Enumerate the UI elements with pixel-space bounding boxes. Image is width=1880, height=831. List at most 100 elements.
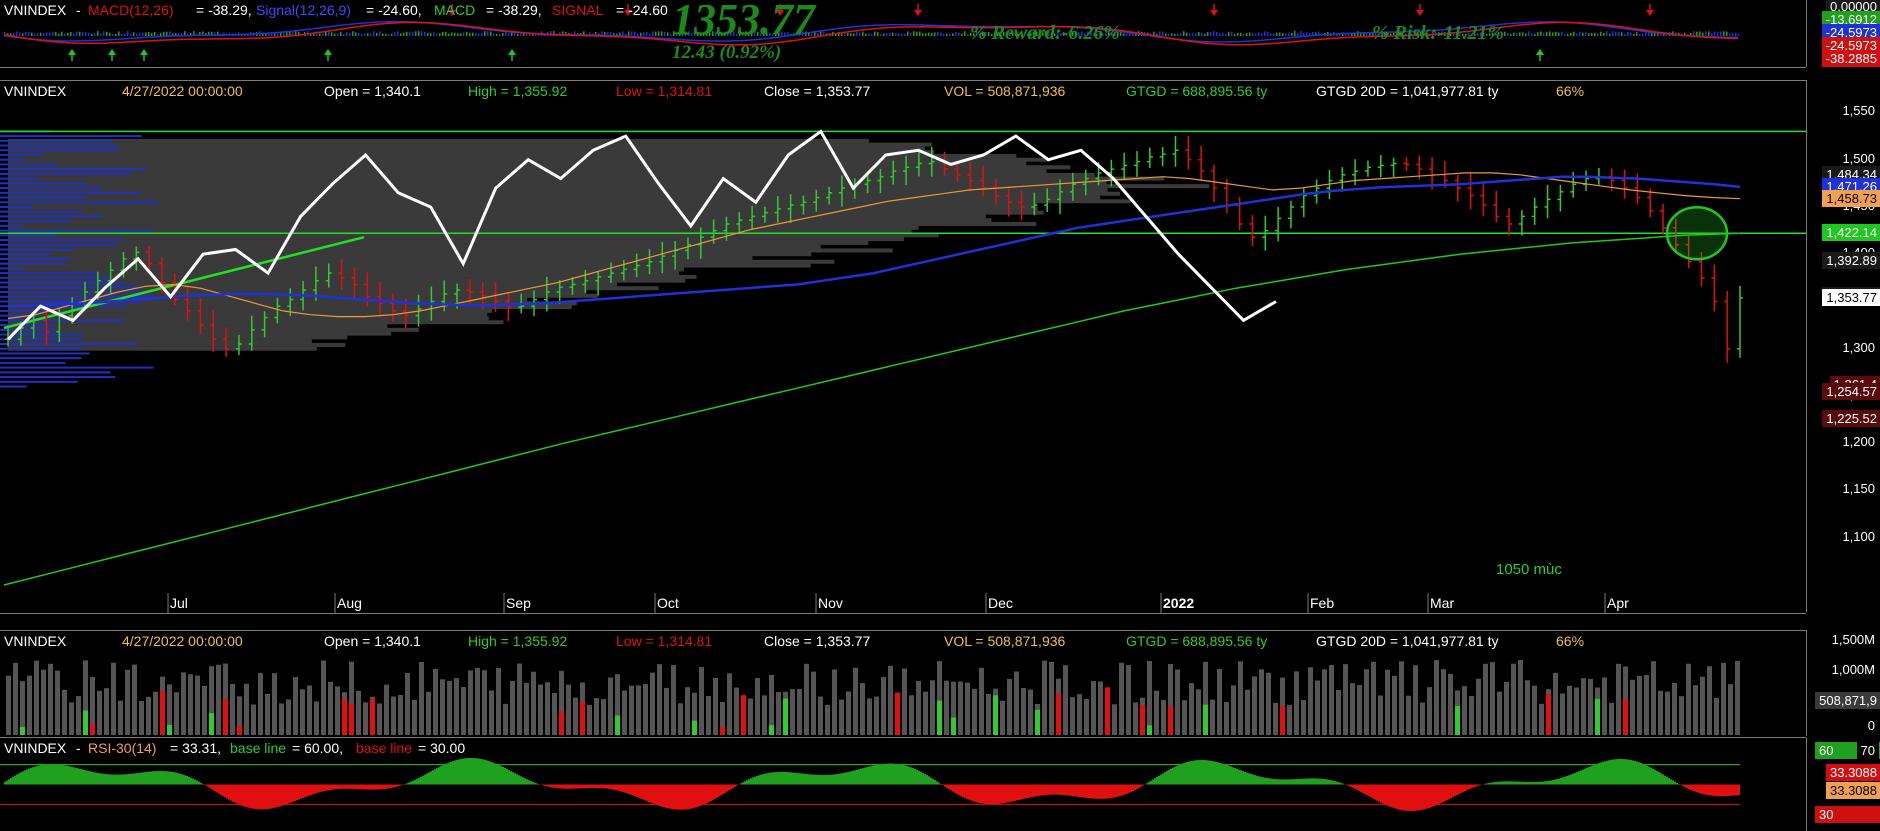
volume-bar-colored: [83, 710, 88, 735]
profile-bar-blue: [0, 272, 98, 275]
profile-bar: [8, 195, 1101, 200]
rsi-bar: [652, 784, 654, 804]
macd-bar: [643, 32, 645, 36]
rsi-bar: [716, 784, 718, 798]
profile-bar-blue: [0, 257, 71, 260]
volume-bar: [622, 690, 627, 735]
rsi-bar: [1248, 773, 1250, 785]
volume-bar: [1343, 664, 1348, 735]
rsi-bar: [1728, 784, 1730, 796]
rsi-bar: [1306, 778, 1308, 785]
rsi-bar: [66, 765, 68, 785]
macd-bar: [1564, 33, 1566, 36]
macd-axis: 0.00000 -13.6912 -24.5973 -24.5973 -38.2885: [1806, 0, 1880, 67]
rsi-bar: [362, 784, 364, 790]
volume-bar: [293, 677, 298, 735]
rsi-bar: [730, 784, 732, 790]
rsi-bar: [1636, 761, 1638, 785]
volume-bar: [664, 687, 669, 735]
rsi-bar: [384, 784, 386, 789]
rsi-bar: [990, 784, 992, 805]
volume-bar: [1077, 694, 1082, 735]
rsi-bar: [520, 776, 522, 785]
rsi-bar: [1702, 784, 1704, 795]
rsi-bar: [166, 771, 168, 785]
macd-bar: [1516, 32, 1518, 36]
volume-bar: [125, 669, 130, 735]
rsi-bar: [1006, 784, 1008, 803]
macd-axis-label: -38.2885: [1821, 50, 1880, 67]
rsi-bar: [948, 784, 950, 790]
rsi-bar: [380, 784, 382, 790]
volume-bar: [629, 685, 634, 735]
rsi-bar: [1094, 784, 1096, 799]
rsi-bar: [108, 774, 110, 785]
macd-bar: [397, 31, 399, 36]
rsi-bar: [1452, 784, 1454, 798]
rsi-bar: [1096, 784, 1098, 799]
macd-bar: [1537, 32, 1539, 36]
rsi-bar: [1608, 760, 1610, 785]
rsi-bar: [1610, 759, 1612, 785]
rsi-bar: [1004, 784, 1006, 803]
rsi-bar: [1584, 768, 1586, 785]
rsi-bar: [206, 784, 208, 787]
volume-bar: [1259, 669, 1264, 735]
volume-bar: [188, 674, 193, 735]
volume-bar: [1700, 676, 1705, 735]
vol-pct: 66%: [1556, 633, 1585, 649]
rsi-bar: [1332, 780, 1334, 785]
rsi-bar: [1410, 784, 1412, 812]
macd-bar: [391, 33, 393, 36]
macd-bar: [649, 33, 651, 36]
rsi-bar: [560, 784, 562, 789]
rsi-bar: [486, 760, 488, 785]
rsi-bar: [1294, 779, 1296, 785]
rsi-bar: [46, 764, 48, 785]
rsi-bar: [748, 779, 750, 785]
rsi-bar: [274, 784, 276, 808]
rsi-bar: [220, 784, 222, 795]
macd-bar: [487, 31, 489, 36]
macd-bar: [1585, 31, 1587, 36]
rsi-bar: [1114, 784, 1116, 798]
volume-bar: [48, 663, 53, 735]
x-tick-label: Sep: [506, 595, 531, 611]
volume-bar: [818, 696, 823, 735]
rsi-bar: [656, 784, 658, 806]
volume-bar: [426, 691, 431, 735]
rsi-bar: [1566, 776, 1568, 785]
rsi-bar: [1050, 784, 1052, 795]
rsi-bar: [1564, 776, 1566, 785]
macd-bar: [892, 32, 894, 36]
rsi-bar: [86, 770, 88, 785]
profile-bar: [8, 169, 1047, 174]
macd-bar: [1171, 33, 1173, 36]
macd-bar: [1204, 33, 1206, 36]
rsi-bar: [1466, 784, 1468, 791]
rsi-bar: [52, 764, 54, 785]
rsi-bar: [1392, 784, 1394, 808]
macd-bar: [151, 33, 153, 36]
rsi-bar: [1308, 778, 1310, 785]
price-vol: VOL = 508,871,936: [944, 83, 1066, 99]
rsi-bar: [972, 784, 974, 802]
rsi-bar: [152, 771, 154, 785]
macd-bar: [484, 31, 486, 36]
macd2-label: MACD: [434, 2, 476, 18]
rsi-bar: [56, 764, 58, 785]
macd-bar: [1615, 31, 1617, 36]
rsi-bar: [1690, 784, 1692, 790]
rsi-bar: [1682, 784, 1684, 787]
macd-bar: [49, 32, 51, 36]
rsi-bar: [506, 769, 508, 785]
rsi-bar: [964, 784, 966, 799]
price-gtgd20: GTGD 20D = 1,041,977.81 ty: [1316, 83, 1499, 99]
sell-arrow-icon: [1646, 10, 1654, 16]
rsi-axis-label: 33.3088: [1826, 764, 1880, 781]
rsi-bar: [1628, 759, 1630, 785]
rsi-bar: [454, 760, 456, 785]
profile-bar-blue: [0, 172, 132, 175]
rsi-bar: [718, 784, 720, 797]
rsi-sep: -: [76, 740, 81, 756]
